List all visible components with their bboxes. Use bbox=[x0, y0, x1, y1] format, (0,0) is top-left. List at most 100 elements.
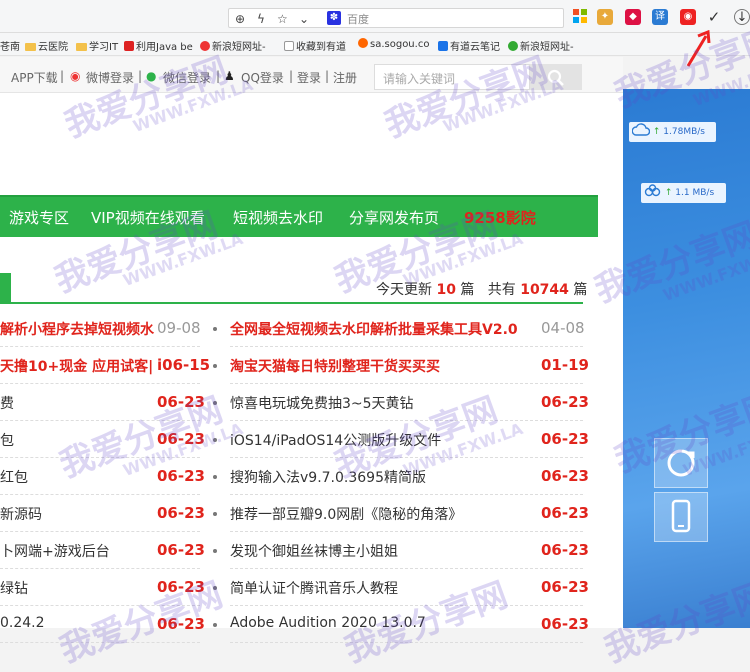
main-nav: 游戏专区 VIP视频在线观看 短视频去水印 分享网发布页 9258影院 bbox=[0, 195, 598, 237]
windows-icon[interactable] bbox=[572, 9, 588, 25]
list-item[interactable]: 发现个御姐丝袜博主小姐姐 06-23 bbox=[230, 533, 589, 569]
bullet-dot bbox=[213, 512, 217, 516]
article-date: 06-23 bbox=[541, 541, 589, 559]
article-date: 06-23 bbox=[157, 504, 205, 522]
article-title[interactable]: 发现个御姐丝袜博主小姐姐 bbox=[230, 541, 398, 561]
article-title[interactable]: 新源码 bbox=[0, 504, 42, 524]
bullet-dot bbox=[213, 549, 217, 553]
puzzle-icon[interactable]: ✦ bbox=[597, 9, 613, 25]
bullet-dot bbox=[213, 327, 217, 331]
stats-unit: 篇 bbox=[460, 282, 475, 298]
page-icon bbox=[284, 41, 294, 51]
right-sidebar bbox=[623, 89, 750, 628]
article-date: 06-23 bbox=[541, 430, 589, 448]
bookmark-item[interactable]: 利用Java be bbox=[124, 38, 193, 53]
upload-arrow-icon: ↑ bbox=[664, 188, 673, 198]
check-icon[interactable]: ✓ bbox=[706, 9, 722, 25]
article-date: 06-23 bbox=[541, 615, 589, 633]
bookmark-item[interactable]: sa.sogou.co bbox=[358, 38, 429, 50]
article-title[interactable]: 推荐一部豆瓣9.0网剧《隐秘的角落》 bbox=[230, 504, 462, 524]
bullet-dot bbox=[213, 475, 217, 479]
list-item[interactable]: 淘宝天猫每日特别整理干货买买买 01-19 bbox=[230, 348, 589, 384]
app-download-link[interactable]: APP下载 bbox=[11, 69, 58, 86]
article-date: 06-23 bbox=[541, 467, 589, 485]
login-link[interactable]: 登录 bbox=[297, 69, 321, 86]
section-divider bbox=[0, 302, 583, 304]
stats-total-count: 10744 bbox=[520, 282, 569, 298]
cloud-icon bbox=[632, 123, 650, 136]
mobile-button[interactable] bbox=[654, 492, 708, 542]
download-speed-widget: ↑ 1.78MB/s bbox=[629, 122, 716, 142]
article-title[interactable]: 简单认证个腾讯音乐人教程 bbox=[230, 578, 398, 598]
address-search-label: 百度 bbox=[347, 13, 369, 26]
stats-total-label: 共有 bbox=[487, 282, 516, 298]
list-item[interactable]: 新源码 06-23 bbox=[0, 496, 205, 532]
article-title[interactable]: 全网最全短视频去水印解析批量采集工具V2.0 bbox=[230, 319, 518, 339]
star-icon[interactable]: ☆ bbox=[277, 12, 288, 26]
chevron-down-icon[interactable]: ⌄ bbox=[299, 12, 309, 26]
article-title[interactable]: 0.24.2 bbox=[0, 615, 45, 631]
article-title[interactable]: 解析小程序去掉短视频水 bbox=[0, 319, 154, 339]
translate-icon[interactable]: 译 bbox=[652, 9, 668, 25]
article-date: 01-19 bbox=[541, 356, 589, 374]
baidu-logo-icon: ✽ bbox=[327, 11, 341, 25]
web-page: APP下载 | ◉ 微博登录 | ● 微信登录 | ♟ QQ登录 | 登录 | … bbox=[0, 57, 623, 643]
bookmark-folder[interactable]: 学习IT bbox=[76, 38, 118, 53]
article-date: 06-23 bbox=[157, 467, 205, 485]
article-title[interactable]: 淘宝天猫每日特别整理干货买买买 bbox=[230, 356, 440, 376]
article-title[interactable]: 搜狗输入法v9.7.0.3695精简版 bbox=[230, 467, 426, 487]
folder-icon bbox=[25, 43, 36, 51]
folder-icon bbox=[76, 43, 87, 51]
bookmark-item[interactable]: 收藏到有道 bbox=[284, 38, 346, 53]
cloud-icon bbox=[644, 184, 661, 197]
stats-unit: 篇 bbox=[573, 282, 588, 298]
upload-speed: 1.1 MB/s bbox=[675, 188, 715, 198]
lightning-icon[interactable]: ϟ bbox=[257, 12, 265, 26]
download-speed: 1.78MB/s bbox=[663, 127, 705, 137]
article-date: 06-23 bbox=[541, 578, 589, 596]
pocket-icon[interactable]: ◉ bbox=[680, 9, 696, 25]
article-date: 06-23 bbox=[541, 504, 589, 522]
article-title[interactable]: 包 bbox=[0, 430, 14, 450]
upload-arrow-icon: ↑ bbox=[652, 127, 661, 137]
nav-item-games[interactable]: 游戏专区 bbox=[9, 207, 69, 228]
address-bar[interactable]: ⊕ ϟ ☆ ⌄ ✽ 百度 bbox=[228, 8, 564, 28]
section-tab[interactable] bbox=[0, 273, 11, 302]
bookmark-item[interactable]: 有道云笔记 bbox=[438, 38, 500, 53]
bookmarks-bar: 苍南 云医院 学习IT 利用Java be 新浪短网址- 收藏到有道 sa.so… bbox=[0, 33, 750, 56]
article-title[interactable]: 惊喜电玩城免费抽3~5天黄钻 bbox=[230, 393, 414, 413]
favicon-icon bbox=[124, 41, 134, 51]
list-item[interactable]: 全网最全短视频去水印解析批量采集工具V2.0 04-08 bbox=[230, 311, 585, 347]
article-date: i06-15 bbox=[157, 356, 211, 374]
nav-item-watermark-removal[interactable]: 短视频去水印 bbox=[233, 207, 323, 228]
bullet-dot bbox=[213, 623, 217, 627]
article-title[interactable]: 天撸10+现金 应用试客| bbox=[0, 356, 153, 376]
article-title[interactable]: 绿钻 bbox=[0, 578, 28, 598]
stats-today-count: 10 bbox=[436, 282, 456, 298]
article-date: 06-23 bbox=[541, 393, 589, 411]
register-link[interactable]: 注册 bbox=[333, 69, 357, 86]
bookmark-folder[interactable]: 云医院 bbox=[25, 38, 68, 53]
separator: | bbox=[325, 69, 330, 83]
article-date: 04-08 bbox=[541, 319, 585, 337]
separator: | bbox=[289, 69, 294, 83]
bookmark-item[interactable]: 苍南 bbox=[0, 38, 20, 53]
sogou-favicon-icon bbox=[358, 38, 368, 48]
zoom-icon[interactable]: ⊕ bbox=[235, 12, 245, 26]
cube-icon[interactable]: ◆ bbox=[625, 9, 641, 25]
browser-toolbar: ⊕ ϟ ☆ ⌄ ✽ 百度 ✦ ◆ 译 ◉ ✓ ↓ bbox=[0, 0, 750, 33]
article-date: 06-23 bbox=[157, 541, 205, 559]
list-item[interactable]: 解析小程序去掉短视频水 09-08 bbox=[0, 311, 201, 347]
phone-icon bbox=[671, 499, 691, 533]
list-item[interactable]: 推荐一部豆瓣9.0网剧《隐秘的角落》 06-23 bbox=[230, 496, 589, 532]
article-title[interactable]: 费 bbox=[0, 393, 14, 413]
article-date: 09-08 bbox=[157, 319, 201, 337]
article-title[interactable]: 红包 bbox=[0, 467, 28, 487]
youdao-favicon-icon bbox=[438, 41, 448, 51]
list-item[interactable]: 天撸10+现金 应用试客| i06-15 bbox=[0, 348, 210, 384]
upload-speed-widget: ↑ 1.1 MB/s bbox=[641, 183, 726, 203]
article-title[interactable]: 卜网端+游戏后台 bbox=[0, 541, 110, 561]
separator: | bbox=[60, 69, 65, 83]
list-item[interactable]: 卜网端+游戏后台 06-23 bbox=[0, 533, 205, 569]
bullet-dot bbox=[213, 364, 217, 368]
